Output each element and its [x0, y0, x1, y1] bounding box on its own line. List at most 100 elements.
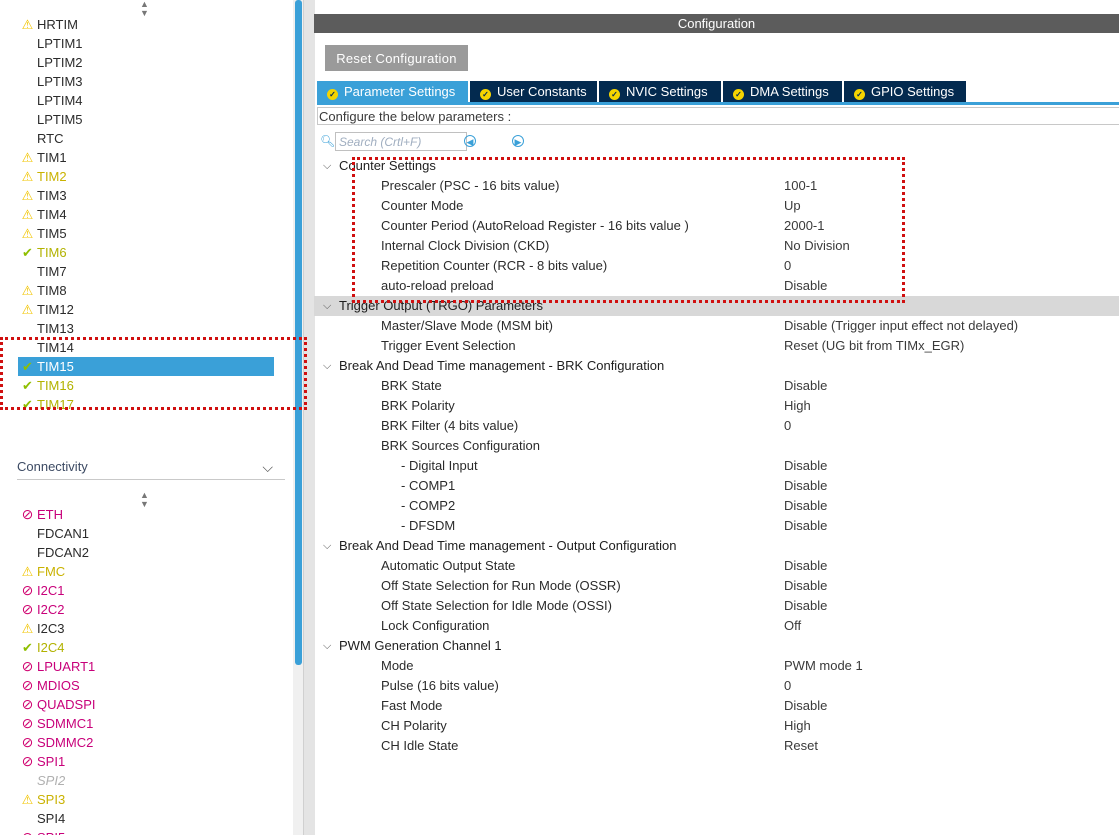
parameter-value[interactable]: Disable	[784, 576, 827, 596]
tree-item-tim13[interactable]: TIM13	[18, 319, 274, 338]
parameter-row[interactable]: - COMP2 Disable	[314, 496, 1119, 516]
tree-item-hrtim[interactable]: ⚠ HRTIM	[18, 15, 274, 34]
parameter-row[interactable]: Trigger Event Selection Reset (UG bit fro…	[314, 336, 1119, 356]
tree-item-tim14[interactable]: TIM14	[18, 338, 274, 357]
collapse-chevron-icon[interactable]: ⌵	[323, 536, 331, 556]
tree-item-tim5[interactable]: ⚠ TIM5	[18, 224, 274, 243]
parameter-value[interactable]: Up	[784, 196, 801, 216]
tree-item-mdios[interactable]: ⊘ MDIOS	[18, 676, 274, 695]
connectivity-category-header[interactable]: Connectivity ⌵	[17, 459, 285, 480]
chevron-down-icon[interactable]: ⌵	[262, 459, 273, 476]
tree-item-i2c2[interactable]: ⊘ I2C2	[18, 600, 274, 619]
tree-item-spi2[interactable]: SPI2	[18, 771, 274, 790]
parameter-value[interactable]: High	[784, 716, 811, 736]
parameter-row[interactable]: Automatic Output State Disable	[314, 556, 1119, 576]
tab-parameter-settings[interactable]: ✓ Parameter Settings	[317, 81, 468, 102]
parameter-value[interactable]: 100-1	[784, 176, 817, 196]
parameter-row[interactable]: Master/Slave Mode (MSM bit) Disable (Trig…	[314, 316, 1119, 336]
parameter-value[interactable]: Disable	[784, 476, 827, 496]
parameter-group-row[interactable]: ⌵ Break And Dead Time management - BRK Co…	[314, 356, 1119, 376]
tab-dma-settings[interactable]: ✓ DMA Settings	[723, 81, 842, 102]
parameter-group-row[interactable]: ⌵ PWM Generation Channel 1	[314, 636, 1119, 656]
collapse-chevron-icon[interactable]: ⌵	[323, 156, 331, 176]
tree-item-tim1[interactable]: ⚠ TIM1	[18, 148, 274, 167]
parameter-row[interactable]: CH Polarity High	[314, 716, 1119, 736]
parameter-value[interactable]: Reset	[784, 736, 818, 756]
tab-user-constants[interactable]: ✓ User Constants	[470, 81, 597, 102]
parameter-row[interactable]: Lock Configuration Off	[314, 616, 1119, 636]
parameter-value[interactable]: Reset (UG bit from TIMx_EGR)	[784, 336, 964, 356]
parameter-group-row[interactable]: ⌵ Counter Settings	[314, 156, 1119, 176]
parameter-row[interactable]: BRK Filter (4 bits value) 0	[314, 416, 1119, 436]
parameter-row[interactable]: - COMP1 Disable	[314, 476, 1119, 496]
parameter-row[interactable]: Repetition Counter (RCR - 8 bits value) 0	[314, 256, 1119, 276]
tree-item-lptim3[interactable]: LPTIM3	[18, 72, 274, 91]
parameter-value[interactable]: 0	[784, 256, 791, 276]
tree-item-spi1[interactable]: ⊘ SPI1	[18, 752, 274, 771]
parameter-row[interactable]: Counter Mode Up	[314, 196, 1119, 216]
parameter-value[interactable]: 0	[784, 676, 791, 696]
reset-configuration-button[interactable]: Reset Configuration	[325, 45, 468, 71]
tree-item-i2c4[interactable]: ✔ I2C4	[18, 638, 274, 657]
tree-item-eth[interactable]: ⊘ ETH	[18, 505, 274, 524]
parameter-row[interactable]: auto-reload preload Disable	[314, 276, 1119, 296]
collapse-chevron-icon[interactable]: ⌵	[323, 356, 331, 376]
parameter-value[interactable]: Disable	[784, 376, 827, 396]
tree-item-i2c1[interactable]: ⊘ I2C1	[18, 581, 274, 600]
parameter-value[interactable]: High	[784, 396, 811, 416]
left-panel-scrollbar-thumb[interactable]	[295, 0, 302, 665]
tree-item-fdcan2[interactable]: FDCAN2	[18, 543, 274, 562]
parameter-value[interactable]: Off	[784, 616, 801, 636]
collapse-chevron-icon[interactable]: ⌵	[323, 296, 331, 316]
parameter-value[interactable]: No Division	[784, 236, 850, 256]
tree-item-lptim4[interactable]: LPTIM4	[18, 91, 274, 110]
tree-item-sdmmc2[interactable]: ⊘ SDMMC2	[18, 733, 274, 752]
tree-item-spi5[interactable]: ⊘SPI5	[18, 828, 274, 835]
tree-item-tim7[interactable]: TIM7	[18, 262, 274, 281]
tree-item-tim6[interactable]: ✔ TIM6	[18, 243, 274, 262]
parameter-row[interactable]: - Digital Input Disable	[314, 456, 1119, 476]
parameter-row[interactable]: Fast Mode Disable	[314, 696, 1119, 716]
parameter-row[interactable]: Off State Selection for Run Mode (OSSR) D…	[314, 576, 1119, 596]
parameter-value[interactable]: Disable (Trigger input effect not delaye…	[784, 316, 1018, 336]
tree-item-tim12[interactable]: ⚠ TIM12	[18, 300, 274, 319]
tree-item-lpuart1[interactable]: ⊘ LPUART1	[18, 657, 274, 676]
tree-item-fdcan1[interactable]: FDCAN1	[18, 524, 274, 543]
collapse-chevron-icon[interactable]: ⌵	[323, 636, 331, 656]
tree-item-rtc[interactable]: RTC	[18, 129, 274, 148]
tree-item-tim17[interactable]: ✔ TIM17	[18, 395, 274, 414]
tree-item-tim8[interactable]: ⚠ TIM8	[18, 281, 274, 300]
parameter-value[interactable]: 0	[784, 416, 791, 436]
tree-item-tim4[interactable]: ⚠ TIM4	[18, 205, 274, 224]
tree-item-i2c3[interactable]: ⚠ I2C3	[18, 619, 274, 638]
tree-item-quadspi[interactable]: ⊘ QUADSPI	[18, 695, 274, 714]
tree-item-spi4[interactable]: SPI4	[18, 809, 274, 828]
parameter-row[interactable]: BRK State Disable	[314, 376, 1119, 396]
parameter-row[interactable]: CH Idle State Reset	[314, 736, 1119, 756]
tree-item-tim2[interactable]: ⚠ TIM2	[18, 167, 274, 186]
parameter-value[interactable]: Disable	[784, 456, 827, 476]
tree-item-tim16[interactable]: ✔ TIM16	[18, 376, 274, 395]
tree-item-lptim2[interactable]: LPTIM2	[18, 53, 274, 72]
parameter-row[interactable]: Pulse (16 bits value) 0	[314, 676, 1119, 696]
parameter-row[interactable]: Prescaler (PSC - 16 bits value) 100-1	[314, 176, 1119, 196]
parameter-group-row[interactable]: ⌵ Trigger Output (TRGO) Parameters	[314, 296, 1119, 316]
parameter-value[interactable]: Disable	[784, 276, 827, 296]
tree-item-tim3[interactable]: ⚠ TIM3	[18, 186, 274, 205]
tree-item-lptim1[interactable]: LPTIM1	[18, 34, 274, 53]
parameter-group-row[interactable]: ⌵ Break And Dead Time management - Output…	[314, 536, 1119, 556]
parameter-value[interactable]: Disable	[784, 556, 827, 576]
search-next-icon[interactable]: ▶	[512, 135, 524, 147]
parameter-row[interactable]: Off State Selection for Idle Mode (OSSI)…	[314, 596, 1119, 616]
parameter-row[interactable]: - DFSDM Disable	[314, 516, 1119, 536]
parameter-value[interactable]: Disable	[784, 696, 827, 716]
tab-nvic-settings[interactable]: ✓ NVIC Settings	[599, 81, 721, 102]
parameter-value[interactable]: 2000-1	[784, 216, 824, 236]
tree-item-tim15[interactable]: ✔ TIM15	[18, 357, 274, 376]
tree-item-lptim5[interactable]: LPTIM5	[18, 110, 274, 129]
parameter-row[interactable]: BRK Polarity High	[314, 396, 1119, 416]
tab-gpio-settings[interactable]: ✓ GPIO Settings	[844, 81, 966, 102]
parameter-value[interactable]: Disable	[784, 516, 827, 536]
parameter-row[interactable]: Counter Period (AutoReload Register - 16…	[314, 216, 1119, 236]
parameter-search-input[interactable]	[335, 132, 467, 151]
